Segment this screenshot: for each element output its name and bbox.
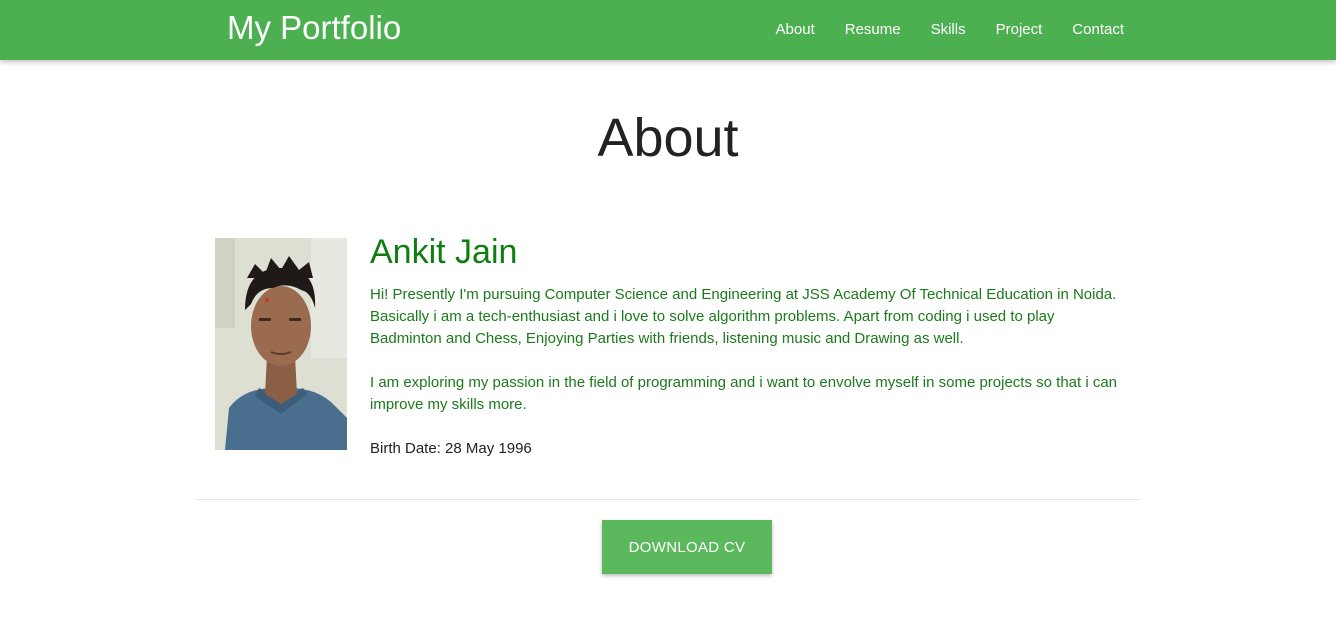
profile-photo	[215, 238, 347, 450]
nav-link-project[interactable]: Project	[981, 2, 1058, 58]
nav-item-contact: Contact	[1057, 2, 1139, 58]
section-divider	[196, 499, 1140, 500]
about-paragraph-2: I am exploring my passion in the field o…	[370, 374, 1118, 413]
nav-link-skills[interactable]: Skills	[916, 2, 981, 58]
birth-date: Birth Date: 28 May 1996	[370, 440, 532, 457]
person-name: Ankit Jain	[370, 233, 518, 271]
page-title: About	[597, 108, 739, 168]
brand-link[interactable]: My Portfolio	[227, 8, 401, 48]
nav-item-skills: Skills	[916, 2, 981, 58]
nav-links: About Resume Skills Project Contact	[761, 0, 1139, 60]
about-paragraph-1: Hi! Presently I'm pursuing Computer Scie…	[370, 286, 1117, 347]
nav-link-resume[interactable]: Resume	[830, 2, 916, 58]
about-content: Ankit Jain Hi! Presently I'm pursuing Co…	[370, 230, 1130, 460]
nav-link-contact[interactable]: Contact	[1057, 2, 1139, 58]
download-cv-button[interactable]: DOWNLOAD CV	[602, 520, 772, 574]
nav-item-project: Project	[981, 2, 1058, 58]
navbar: My Portfolio About Resume Skills Project…	[0, 0, 1336, 60]
nav-link-about[interactable]: About	[761, 2, 830, 58]
nav-item-about: About	[761, 2, 830, 58]
nav-item-resume: Resume	[830, 2, 916, 58]
